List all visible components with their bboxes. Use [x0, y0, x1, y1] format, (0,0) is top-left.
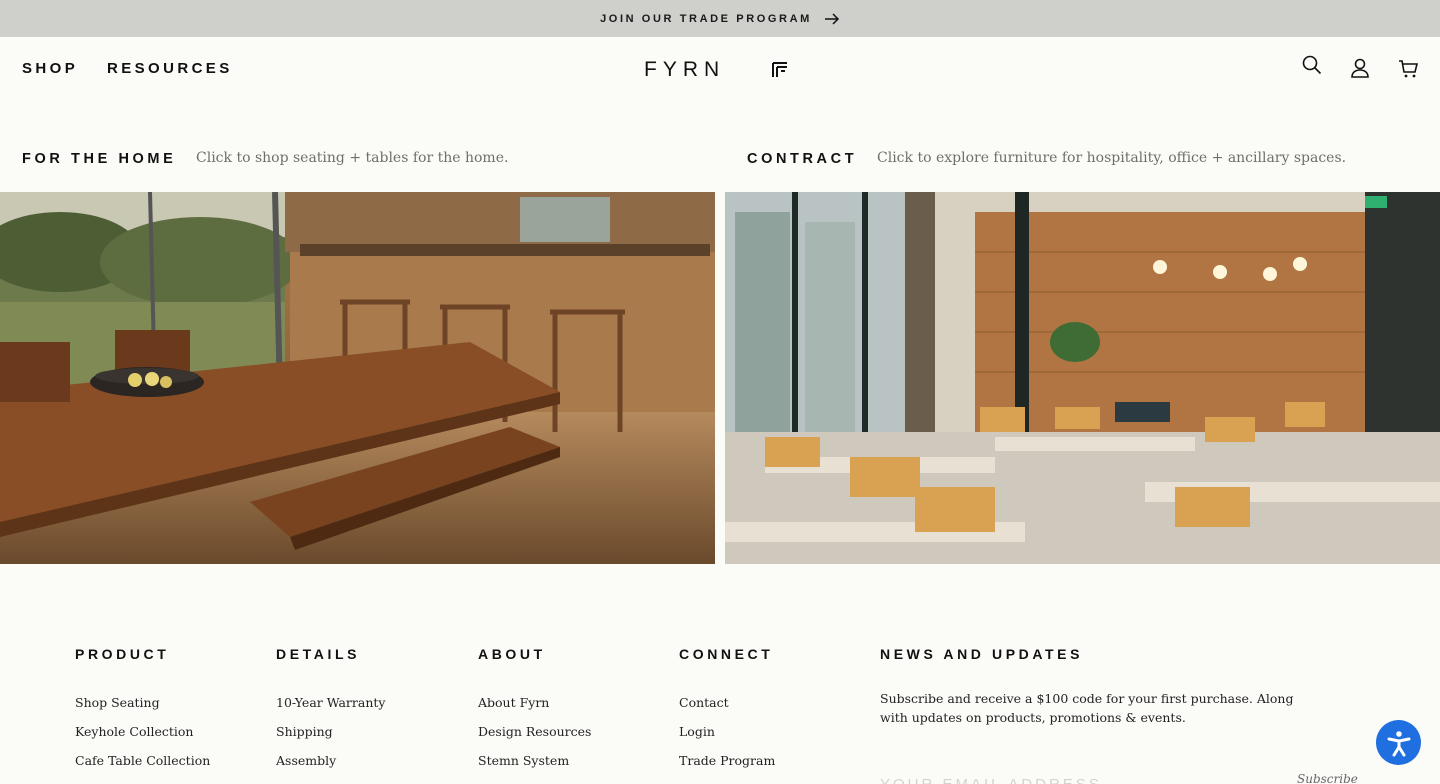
arrow-right-icon	[824, 12, 839, 25]
section-desc-contract[interactable]: Click to explore furniture for hospitali…	[877, 150, 1346, 166]
section-desc-home[interactable]: Click to shop seating + tables for the h…	[196, 150, 508, 166]
footer-link-trade-program[interactable]: Trade Program	[679, 753, 775, 768]
footer-link-about-fyrn[interactable]: About Fyrn	[478, 695, 549, 710]
subscribe-button[interactable]: Subscribe	[1297, 772, 1358, 784]
footer-heading-connect: CONNECT	[679, 646, 774, 662]
accessibility-button[interactable]	[1376, 720, 1421, 765]
footer-heading-details: DETAILS	[276, 646, 361, 662]
section-title-home[interactable]: FOR THE HOME	[22, 151, 176, 167]
search-icon[interactable]	[1302, 55, 1322, 75]
footer-link-assembly[interactable]: Assembly	[276, 753, 336, 768]
footer-link-warranty[interactable]: 10-Year Warranty	[276, 695, 385, 710]
footer-link-shipping[interactable]: Shipping	[276, 724, 333, 739]
footer-link-contact[interactable]: Contact	[679, 695, 729, 710]
footer-link-cafe-table-collection[interactable]: Cafe Table Collection	[75, 753, 210, 768]
trade-program-banner[interactable]: JOIN OUR TRADE PROGRAM	[0, 0, 1440, 37]
footer-heading-news: NEWS AND UPDATES	[880, 646, 1084, 662]
nav-shop[interactable]: SHOP	[22, 60, 78, 77]
nav-resources[interactable]: RESOURCES	[107, 60, 233, 77]
email-input[interactable]	[880, 772, 1280, 784]
footer-link-login[interactable]: Login	[679, 724, 715, 739]
account-icon[interactable]	[1350, 58, 1370, 78]
footer-heading-about: ABOUT	[478, 646, 546, 662]
footer-link-keyhole-collection[interactable]: Keyhole Collection	[75, 724, 194, 739]
newsletter-copy: Subscribe and receive a $100 code for yo…	[880, 691, 1294, 725]
trade-program-link[interactable]: JOIN OUR TRADE PROGRAM	[600, 13, 812, 25]
accessibility-icon	[1387, 730, 1410, 756]
footer-link-stemn-system[interactable]: Stemn System	[478, 753, 569, 768]
home-hero-image[interactable]	[0, 192, 715, 564]
footer-link-shop-seating[interactable]: Shop Seating	[75, 695, 160, 710]
logo-mark-icon	[772, 62, 787, 77]
footer-heading-product: PRODUCT	[75, 646, 170, 662]
contract-hero-image[interactable]	[725, 192, 1440, 564]
cart-icon[interactable]	[1398, 59, 1418, 79]
footer-link-design-resources[interactable]: Design Resources	[478, 724, 591, 739]
section-title-contract[interactable]: CONTRACT	[747, 151, 857, 167]
logo-wordmark[interactable]: FYRN	[644, 58, 725, 82]
